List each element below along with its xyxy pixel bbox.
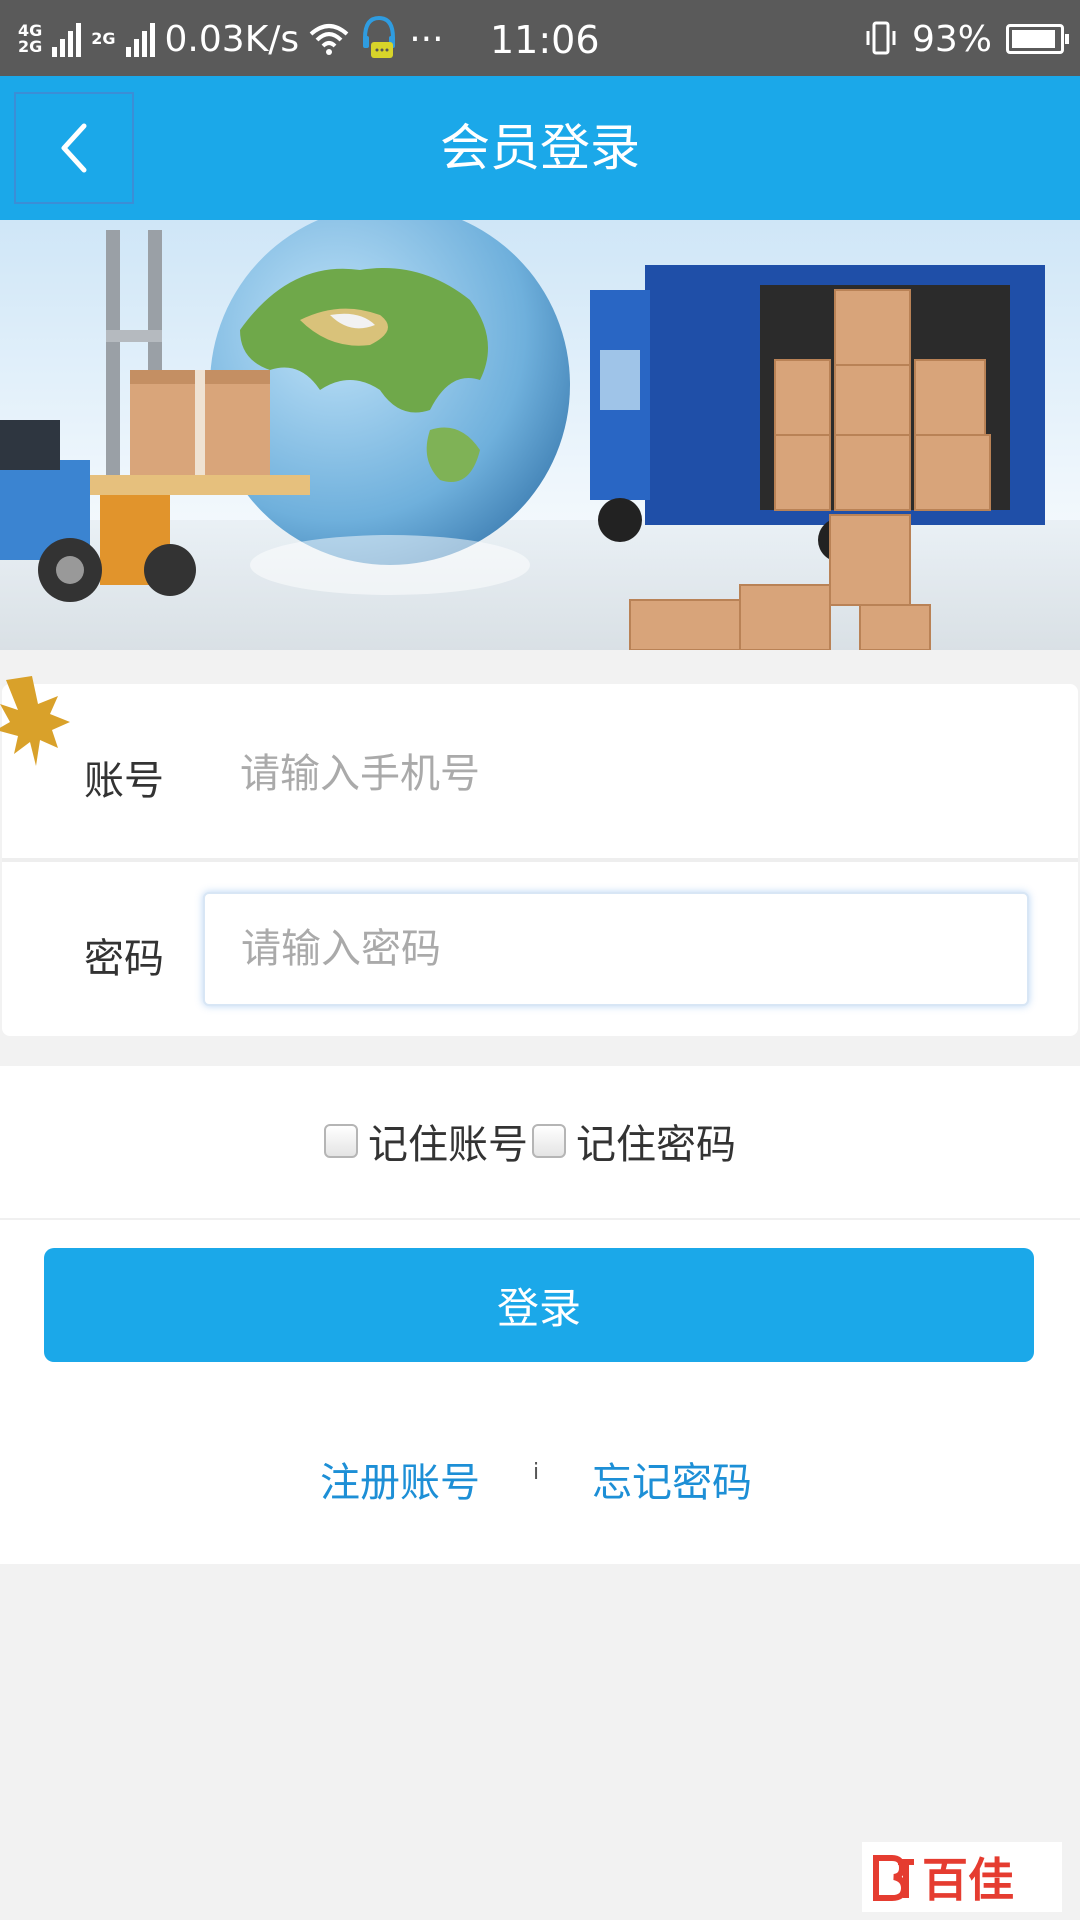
battery-percent: 93% <box>911 18 992 60</box>
watermark-text: 百佳 <box>922 1853 1014 1907</box>
battery-icon <box>1006 24 1069 54</box>
back-button[interactable] <box>14 92 134 204</box>
register-link[interactable]: 注册账号 <box>320 1450 480 1508</box>
vibrate-icon <box>866 21 896 55</box>
headset-chat-icon <box>363 15 396 58</box>
signal-icon-secondary <box>125 21 155 57</box>
logistics-banner-image <box>0 220 1080 650</box>
signal-icon <box>52 21 82 57</box>
status-time: 11:06 <box>490 18 600 62</box>
network-type-second-label: 2G <box>91 29 116 48</box>
remember-password-label: 记住密码 <box>576 1122 736 1168</box>
form-divider <box>2 858 1078 862</box>
chevron-left-icon <box>61 123 87 173</box>
account-label: 账号 <box>84 758 164 804</box>
page-title: 会员登录 <box>440 119 640 177</box>
remember-account-checkbox[interactable] <box>324 1124 358 1158</box>
remember-password-checkbox[interactable] <box>532 1124 566 1158</box>
network-type-second: 2G <box>91 31 115 47</box>
account-input[interactable] <box>200 722 1060 826</box>
status-right: 93% <box>864 14 1069 64</box>
remember-password-option[interactable]: 记住密码 <box>532 1112 736 1170</box>
battery-level-fill <box>1012 30 1055 48</box>
forgot-password-link[interactable]: 忘记密码 <box>592 1450 752 1508</box>
remember-options: 记住账号 记住密码 <box>324 1112 736 1170</box>
login-button[interactable]: 登录 <box>44 1248 1034 1362</box>
password-input[interactable] <box>203 892 1029 1006</box>
network-type-badge: 4G 2G <box>18 23 42 55</box>
link-separator: i <box>533 1460 540 1485</box>
maple-leaf-icon <box>0 676 70 766</box>
wifi-icon <box>309 24 349 55</box>
password-label: 密码 <box>84 936 164 982</box>
remember-account-option[interactable]: 记住账号 <box>324 1112 528 1170</box>
remember-account-label: 记住账号 <box>368 1122 528 1168</box>
network-type-bottom: 2G <box>18 37 43 56</box>
watermark-logo-icon <box>873 1855 914 1901</box>
network-speed: 0.03K/s <box>164 18 300 60</box>
status-bar: 4G 2G 2G 0.03K/s ··· 11:06 93% <box>0 0 1080 76</box>
status-left: 4G 2G 2G 0.03K/s ··· <box>18 14 444 64</box>
app-header: 会员登录 <box>0 76 1080 220</box>
watermark-logo: 百佳 <box>862 1842 1062 1912</box>
more-notifications-icon: ··· <box>409 18 444 60</box>
